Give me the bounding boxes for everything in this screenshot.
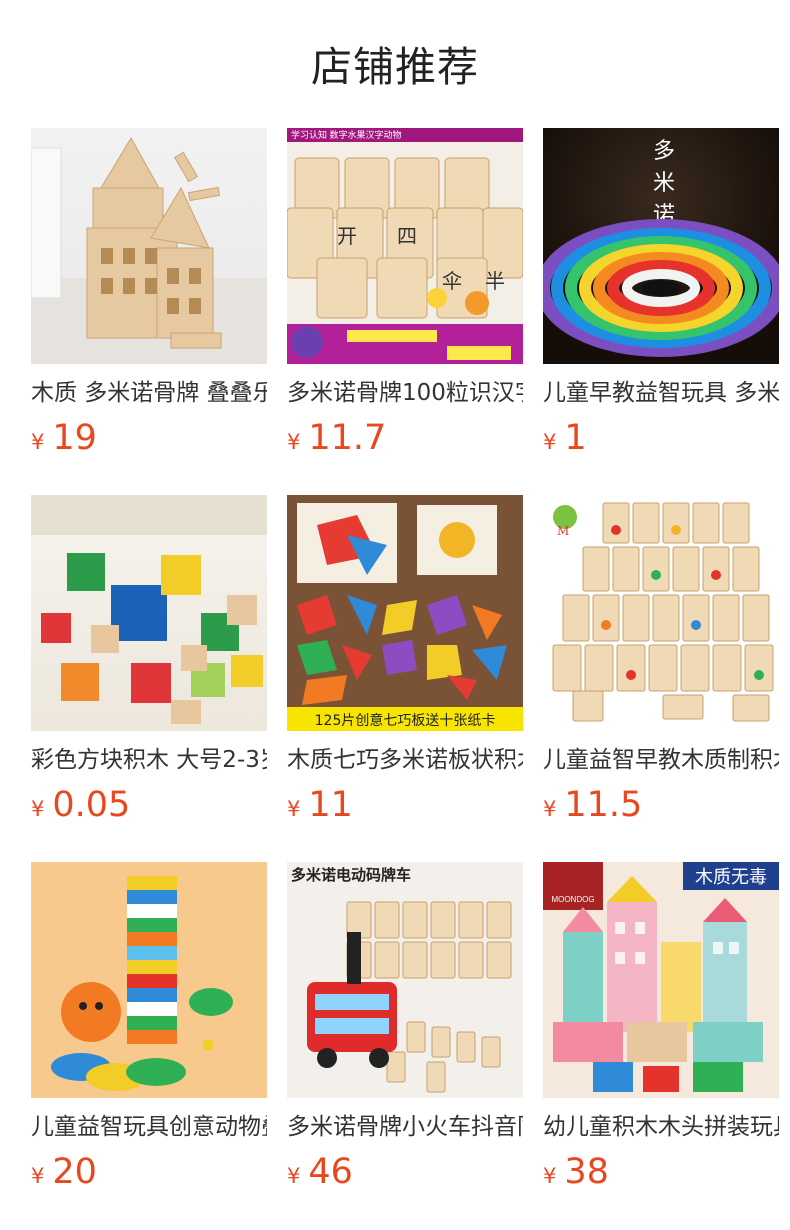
product-image[interactable]: 多米诺电动码牌车 bbox=[287, 862, 523, 1098]
product-card[interactable]: 多 米 诺 儿童早教益智玩具 多米诺 ¥ 1 bbox=[543, 128, 779, 458]
product-name[interactable]: 儿童早教益智玩具 多米诺 bbox=[543, 378, 779, 408]
product-card[interactable]: 儿童益智玩具创意动物叠叠乐 ¥ 20 bbox=[31, 862, 267, 1192]
product-price: ¥ 0.05 bbox=[31, 785, 267, 825]
currency-symbol: ¥ bbox=[287, 430, 301, 454]
product-name[interactable]: 幼儿童积木木头拼装玩具 bbox=[543, 1112, 779, 1142]
svg-text:米: 米 bbox=[653, 171, 675, 196]
product-image[interactable]: MOONDOG 木质无毒 bbox=[543, 862, 779, 1098]
product-name[interactable]: 彩色方块积木 大号2-3岁 bbox=[31, 745, 267, 775]
product-image[interactable] bbox=[31, 128, 267, 364]
currency-symbol: ¥ bbox=[543, 1164, 557, 1188]
product-price: ¥ 20 bbox=[31, 1152, 267, 1192]
price-value: 11 bbox=[308, 785, 353, 825]
price-value: 38 bbox=[564, 1152, 609, 1192]
product-price: ¥ 11 bbox=[287, 785, 523, 825]
svg-text:开: 开 bbox=[337, 224, 357, 248]
price-value: 20 bbox=[52, 1152, 97, 1192]
product-image[interactable] bbox=[31, 495, 267, 731]
product-name[interactable]: 木质七巧多米诺板状积木 bbox=[287, 745, 523, 775]
product-image[interactable]: M bbox=[543, 495, 779, 731]
product-card[interactable]: M 儿童益智早教木质制积木 ¥ 11.5 bbox=[543, 495, 779, 825]
product-image[interactable] bbox=[31, 862, 267, 1098]
currency-symbol: ¥ bbox=[287, 1164, 301, 1188]
currency-symbol: ¥ bbox=[543, 797, 557, 821]
product-card[interactable]: 多米诺电动码牌车 多米诺骨牌小火车抖音 ¥ 46 bbox=[287, 862, 523, 1192]
svg-text:半: 半 bbox=[485, 269, 505, 293]
product-price: ¥ 46 bbox=[287, 1152, 523, 1192]
svg-text:M: M bbox=[557, 524, 569, 538]
product-card[interactable]: 学习认知 数字水果汉字动物 开 四 伞 半 多米诺骨牌100粒识汉字 ¥ 11.… bbox=[287, 128, 523, 458]
price-value: 19 bbox=[52, 418, 97, 458]
product-price: ¥ 38 bbox=[543, 1152, 779, 1192]
product-price: ¥ 19 bbox=[31, 418, 267, 458]
currency-symbol: ¥ bbox=[543, 430, 557, 454]
product-image[interactable]: 多 米 诺 bbox=[543, 128, 779, 364]
image-badge-text: 木质无毒 bbox=[695, 867, 767, 888]
image-badge-text: 学习认知 数字水果汉字动物 bbox=[291, 129, 402, 140]
price-value: 46 bbox=[308, 1152, 353, 1192]
currency-symbol: ¥ bbox=[31, 797, 45, 821]
section-header: 店铺推荐 bbox=[0, 0, 790, 128]
product-name[interactable]: 多米诺骨牌100粒识汉字 bbox=[287, 378, 523, 408]
product-card[interactable]: 125片创意七巧板送十张纸卡 木质七巧多米诺板状积木 ¥ 11 bbox=[287, 495, 523, 825]
currency-symbol: ¥ bbox=[287, 797, 301, 821]
svg-text:伞: 伞 bbox=[442, 269, 462, 293]
product-name[interactable]: 儿童益智早教木质制积木 bbox=[543, 745, 779, 775]
svg-text:多: 多 bbox=[653, 139, 675, 164]
product-card[interactable]: 彩色方块积木 大号2-3岁 ¥ 0.05 bbox=[31, 495, 267, 825]
product-name[interactable]: 木质 多米诺骨牌 叠叠乐 bbox=[31, 378, 267, 408]
product-price: ¥ 1 bbox=[543, 418, 779, 458]
product-name[interactable]: 多米诺骨牌小火车抖音同款 bbox=[287, 1112, 523, 1142]
svg-text:MOONDOG: MOONDOG bbox=[551, 895, 594, 904]
section-title: 店铺推荐 bbox=[311, 43, 479, 91]
price-value: 1 bbox=[564, 418, 587, 458]
currency-symbol: ¥ bbox=[31, 430, 45, 454]
product-price: ¥ 11.7 bbox=[287, 418, 523, 458]
price-value: 11.7 bbox=[308, 418, 387, 458]
product-price: ¥ 11.5 bbox=[543, 785, 779, 825]
product-card[interactable]: MOONDOG 木质无毒 幼儿童积木木头拼装玩具 ¥ 38 bbox=[543, 862, 779, 1192]
price-value: 0.05 bbox=[52, 785, 131, 825]
image-badge-text: 125片创意七巧板送十张纸卡 bbox=[315, 712, 496, 729]
currency-symbol: ¥ bbox=[31, 1164, 45, 1188]
price-value: 11.5 bbox=[564, 785, 643, 825]
image-badge-text: 多米诺电动码牌车 bbox=[291, 866, 411, 884]
product-card[interactable]: 木质 多米诺骨牌 叠叠乐 ¥ 19 bbox=[31, 128, 267, 458]
product-image[interactable]: 125片创意七巧板送十张纸卡 bbox=[287, 495, 523, 731]
product-name[interactable]: 儿童益智玩具创意动物叠叠乐 bbox=[31, 1112, 267, 1142]
svg-text:四: 四 bbox=[397, 224, 417, 248]
product-image[interactable]: 学习认知 数字水果汉字动物 开 四 伞 半 bbox=[287, 128, 523, 364]
